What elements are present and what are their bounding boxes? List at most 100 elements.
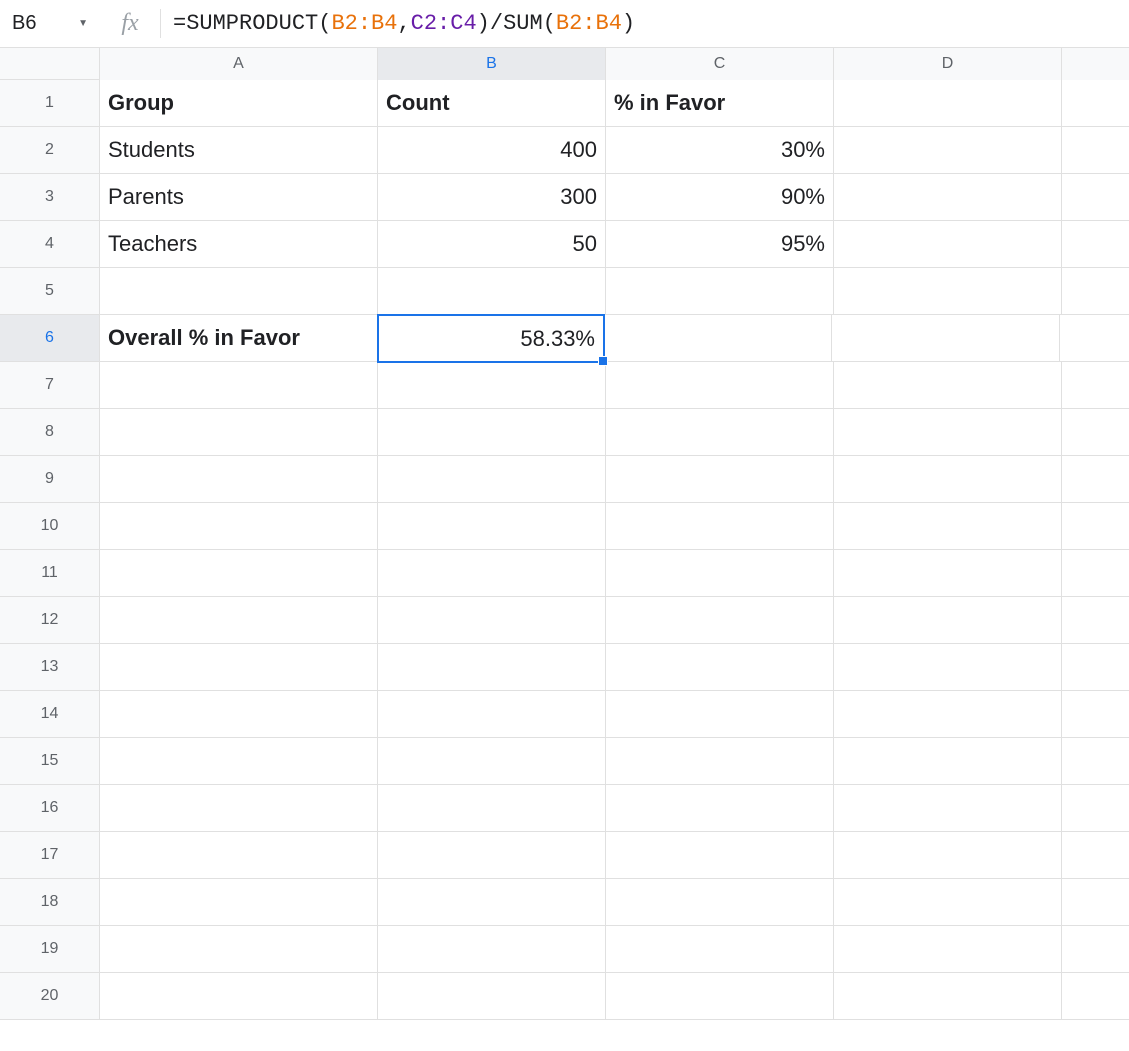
row-header-9[interactable]: 9 <box>0 456 100 503</box>
cell-D11[interactable] <box>834 550 1062 597</box>
row-header-19[interactable]: 19 <box>0 926 100 973</box>
cell-E10[interactable] <box>1062 503 1129 550</box>
cell-E6[interactable] <box>1060 315 1129 362</box>
cell-E13[interactable] <box>1062 644 1129 691</box>
cell-E9[interactable] <box>1062 456 1129 503</box>
cell-E12[interactable] <box>1062 597 1129 644</box>
cell-D17[interactable] <box>834 832 1062 879</box>
row-header-14[interactable]: 14 <box>0 691 100 738</box>
cell-D13[interactable] <box>834 644 1062 691</box>
cell-C1[interactable]: % in Favor <box>606 80 834 127</box>
cell-C8[interactable] <box>606 409 834 456</box>
cell-A14[interactable] <box>100 691 378 738</box>
cell-D9[interactable] <box>834 456 1062 503</box>
row-header-5[interactable]: 5 <box>0 268 100 315</box>
formula-input[interactable]: =SUMPRODUCT(B2:B4, C2:C4)/SUM(B2:B4) <box>160 9 1129 37</box>
cell-B12[interactable] <box>378 597 606 644</box>
row-header-1[interactable]: 1 <box>0 80 100 127</box>
cell-E19[interactable] <box>1062 926 1129 973</box>
cell-E8[interactable] <box>1062 409 1129 456</box>
cell-B2[interactable]: 400 <box>378 127 606 174</box>
cell-D14[interactable] <box>834 691 1062 738</box>
cell-B9[interactable] <box>378 456 606 503</box>
cell-E17[interactable] <box>1062 832 1129 879</box>
cell-E1[interactable] <box>1062 80 1129 127</box>
row-header-2[interactable]: 2 <box>0 127 100 174</box>
row-header-10[interactable]: 10 <box>0 503 100 550</box>
cell-E2[interactable] <box>1062 127 1129 174</box>
cell-B15[interactable] <box>378 738 606 785</box>
cell-C16[interactable] <box>606 785 834 832</box>
cell-B8[interactable] <box>378 409 606 456</box>
cell-A5[interactable] <box>100 268 378 315</box>
cell-A8[interactable] <box>100 409 378 456</box>
row-header-6[interactable]: 6 <box>0 315 100 362</box>
cell-E5[interactable] <box>1062 268 1129 315</box>
cell-A11[interactable] <box>100 550 378 597</box>
col-header-B[interactable]: B <box>378 48 606 80</box>
cell-E14[interactable] <box>1062 691 1129 738</box>
cell-E15[interactable] <box>1062 738 1129 785</box>
cell-D7[interactable] <box>834 362 1062 409</box>
cell-C12[interactable] <box>606 597 834 644</box>
row-header-15[interactable]: 15 <box>0 738 100 785</box>
cell-D12[interactable] <box>834 597 1062 644</box>
cell-A3[interactable]: Parents <box>100 174 378 221</box>
cell-B3[interactable]: 300 <box>378 174 606 221</box>
cell-C3[interactable]: 90% <box>606 174 834 221</box>
cell-C20[interactable] <box>606 973 834 1020</box>
cell-E16[interactable] <box>1062 785 1129 832</box>
cell-D20[interactable] <box>834 973 1062 1020</box>
cell-D6[interactable] <box>832 315 1060 362</box>
cell-D1[interactable] <box>834 80 1062 127</box>
cell-B18[interactable] <box>378 879 606 926</box>
cell-E3[interactable] <box>1062 174 1129 221</box>
cell-D19[interactable] <box>834 926 1062 973</box>
cell-A15[interactable] <box>100 738 378 785</box>
cell-D16[interactable] <box>834 785 1062 832</box>
cell-B20[interactable] <box>378 973 606 1020</box>
cell-A10[interactable] <box>100 503 378 550</box>
row-header-18[interactable]: 18 <box>0 879 100 926</box>
cell-C17[interactable] <box>606 832 834 879</box>
cell-C13[interactable] <box>606 644 834 691</box>
cell-A1[interactable]: Group <box>100 80 378 127</box>
cell-D5[interactable] <box>834 268 1062 315</box>
cell-B4[interactable]: 50 <box>378 221 606 268</box>
row-header-12[interactable]: 12 <box>0 597 100 644</box>
cell-D2[interactable] <box>834 127 1062 174</box>
cell-A19[interactable] <box>100 926 378 973</box>
cell-B5[interactable] <box>378 268 606 315</box>
cell-E11[interactable] <box>1062 550 1129 597</box>
cell-C15[interactable] <box>606 738 834 785</box>
col-header-A[interactable]: A <box>100 48 378 80</box>
row-header-20[interactable]: 20 <box>0 973 100 1020</box>
cell-C7[interactable] <box>606 362 834 409</box>
cell-A6[interactable]: Overall % in Favor <box>100 315 378 362</box>
cell-D8[interactable] <box>834 409 1062 456</box>
chevron-down-icon[interactable]: ▼ <box>78 18 88 29</box>
cell-C4[interactable]: 95% <box>606 221 834 268</box>
cell-C14[interactable] <box>606 691 834 738</box>
cell-A7[interactable] <box>100 362 378 409</box>
cell-A12[interactable] <box>100 597 378 644</box>
cell-C18[interactable] <box>606 879 834 926</box>
cell-C2[interactable]: 30% <box>606 127 834 174</box>
cell-E7[interactable] <box>1062 362 1129 409</box>
select-all-corner[interactable] <box>0 48 100 80</box>
cell-D3[interactable] <box>834 174 1062 221</box>
cell-C5[interactable] <box>606 268 834 315</box>
row-header-11[interactable]: 11 <box>0 550 100 597</box>
cell-C11[interactable] <box>606 550 834 597</box>
row-header-16[interactable]: 16 <box>0 785 100 832</box>
cell-D10[interactable] <box>834 503 1062 550</box>
name-box[interactable]: B6 ▼ <box>0 0 100 47</box>
cell-B1[interactable]: Count <box>378 80 606 127</box>
cell-B6[interactable]: 58.33% <box>377 314 605 363</box>
cell-B14[interactable] <box>378 691 606 738</box>
col-header-E[interactable] <box>1062 48 1129 80</box>
row-header-7[interactable]: 7 <box>0 362 100 409</box>
cell-A2[interactable]: Students <box>100 127 378 174</box>
cell-C9[interactable] <box>606 456 834 503</box>
cell-B7[interactable] <box>378 362 606 409</box>
